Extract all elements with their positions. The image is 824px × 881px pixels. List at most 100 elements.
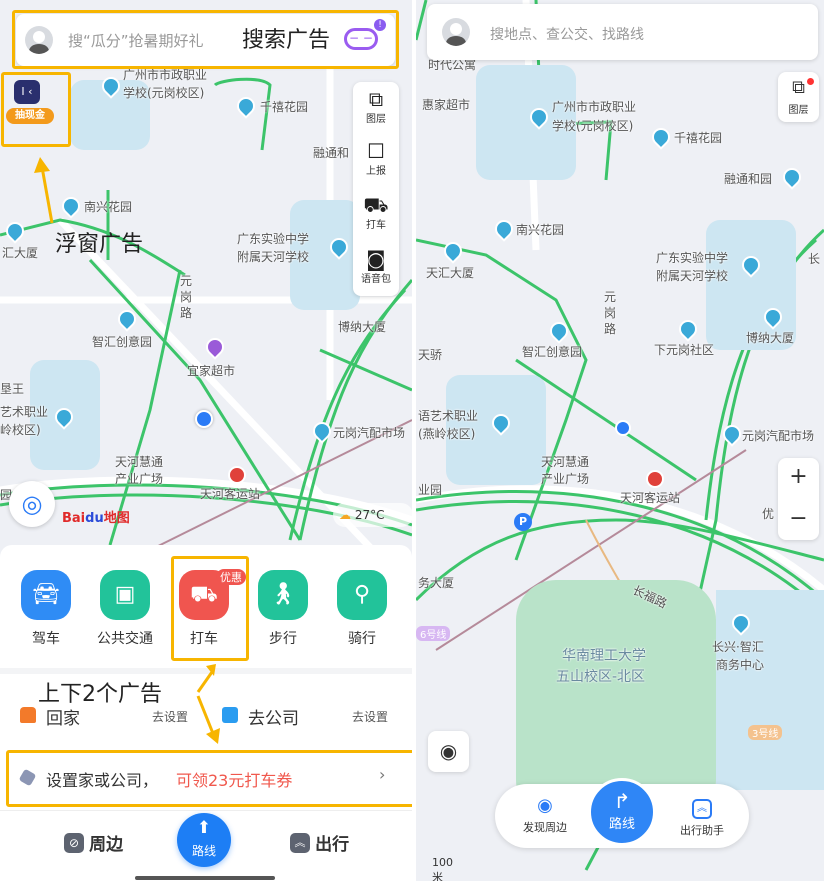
map-label[interactable]: 学校(元岗校区) [123,84,204,101]
route-label: 路线 [191,844,216,858]
taxi-ad-highlight [171,556,249,661]
map-label[interactable]: 融通和 [313,144,349,161]
mode-bike[interactable]: ⚲ 骑行 [336,570,388,648]
user-avatar[interactable] [442,18,470,46]
map-label[interactable]: 天骄 [418,346,442,363]
mode-transit[interactable]: ▣ 公共交通 [97,570,153,648]
map-label[interactable]: 广东实验中学 [656,249,728,266]
map-label[interactable]: 语艺术职业 [418,407,478,424]
map-label[interactable]: 天河慧通 [115,453,163,470]
divider [0,810,412,811]
map-label[interactable]: 附属天河学校 [656,267,728,284]
zoom-in-button[interactable]: + [778,464,819,489]
map-label[interactable]: 智汇创意园 [522,343,582,360]
map-label[interactable]: 天汇大厦 [426,264,474,281]
briefcase-icon [222,707,238,723]
work-shortcut[interactable]: 去公司 去设置 [222,704,402,729]
voice-icon: ◙ [366,247,386,271]
map-label[interactable]: 附属天河学校 [237,248,309,265]
home-set-link[interactable]: 去设置 [152,708,188,725]
map-label[interactable]: 智汇创意园 [92,333,152,350]
chevrons-up-icon: ︽ [692,799,712,819]
zoom-controls: + − [778,458,819,540]
discover-nearby-button[interactable]: ◉ 发现周边 [515,796,575,835]
map-label[interactable]: 产业广场 [541,470,589,487]
annotation-arrow [34,157,54,224]
bike-icon: ⚲ [337,570,387,620]
locate-button[interactable]: ◎ [9,481,55,527]
turn-right-icon: ↱ [613,789,631,813]
car-icon: 🚘︎ [21,570,71,620]
compass-icon: ⊘ [64,832,84,853]
map-label[interactable]: 广州市市政职业 [552,98,636,115]
weather-widget[interactable]: ☁ 27°C [333,503,412,527]
map-label: 元 [180,274,193,288]
travel-label: 出行 [315,835,350,855]
map-label[interactable]: 博纳大厦 [338,318,386,335]
route-button[interactable]: ↱ 路线 [588,778,656,846]
home-indicator [135,876,275,880]
map-label[interactable]: 融通和园 [724,170,772,187]
map-label[interactable]: 广东实验中学 [237,230,309,247]
parking-icon[interactable]: P [514,513,532,531]
map-label[interactable]: 下元岗社区 [654,341,714,358]
right-phone-screen: 时代公寓 惠家超市 广州市市政职业 学校(元岗校区) 千禧花园 融通和园 南兴花… [416,0,824,881]
map-label[interactable]: 元岗汽配市场 [333,424,405,441]
voice-pack-button[interactable]: ◙ 语音包 [353,248,399,285]
map-label[interactable]: 垦王 [0,380,24,397]
zoom-out-button[interactable]: − [778,506,819,531]
map-label[interactable]: 艺术职业 [0,403,48,420]
mode-label: 骑行 [348,631,376,647]
new-dot [807,78,814,85]
map-label[interactable]: 博纳大厦 [746,329,794,346]
map-label[interactable]: 天河慧通 [541,453,589,470]
search-bar[interactable]: 搜地点、查公交、找路线 [427,4,818,60]
nearby-tab[interactable]: ⊘ 周边 [64,830,123,855]
home-shortcut[interactable]: 回家 去设置 [20,704,200,729]
work-set-link[interactable]: 去设置 [352,708,388,725]
locate-button[interactable]: ◉ [428,731,469,772]
locate-icon: ◉ [439,739,458,763]
report-button[interactable]: ☐ 上报 [353,140,399,177]
mode-label: 公共交通 [97,631,153,647]
taxi-tool-button[interactable]: ⛟ 打车 [353,194,399,231]
map-label[interactable]: 岭校区) [0,421,41,438]
map-label[interactable]: 天河客运站 [620,489,680,506]
station-icon[interactable] [646,470,664,488]
map-label[interactable]: 五山校区-北区 [556,666,645,686]
layers-button[interactable]: ⧉ 图层 [353,88,399,125]
mode-walk[interactable]: 🚶︎ 步行 [257,570,309,648]
layers-button[interactable]: ⧉ 图层 [778,72,819,122]
map-label[interactable]: 商务中心 [716,656,764,673]
map-label[interactable]: 惠家超市 [422,96,470,113]
travel-assistant-button[interactable]: ︽ 出行助手 [670,796,734,838]
route-arrow-icon: ⬆ [196,818,212,838]
map-label[interactable]: 元岗汽配市场 [742,427,814,444]
map-label[interactable]: 千禧花园 [674,129,722,146]
search-placeholder[interactable]: 搜地点、查公交、找路线 [490,24,644,44]
home-label: 回家 [46,709,80,729]
map-label[interactable]: (燕岭校区) [418,425,475,442]
home-icon [20,707,36,723]
mode-drive[interactable]: 🚘︎ 驾车 [20,570,72,648]
map-label[interactable]: 学校(元岗校区) [552,117,633,134]
float-ad-annotation: 浮窗广告 [55,232,144,257]
map-label: 路 [604,322,617,336]
taxi-icon: ⛟ [363,193,389,217]
tool-label: 语音包 [361,274,391,285]
map-label[interactable]: 宜家超市 [187,362,235,379]
current-location-icon [615,420,631,436]
map-label[interactable]: 华南理工大学 [562,645,646,665]
map-label[interactable]: 产业广场 [115,470,163,487]
map-label[interactable]: 天河客运站 [200,485,260,502]
map-label[interactable]: 南兴花园 [84,198,132,215]
route-button[interactable]: ⬆ 路线 [177,813,231,867]
map-label: 长 [808,252,821,266]
map-label[interactable]: 长兴·智汇 [712,638,764,655]
map-label[interactable]: 汇大厦 [2,244,38,261]
map-label[interactable]: 南兴花园 [516,221,564,238]
map-label[interactable]: 千禧花园 [260,98,308,115]
search-ad-highlight [12,10,399,69]
station-icon[interactable] [228,466,246,484]
travel-tab[interactable]: ︽ 出行 [290,830,349,855]
